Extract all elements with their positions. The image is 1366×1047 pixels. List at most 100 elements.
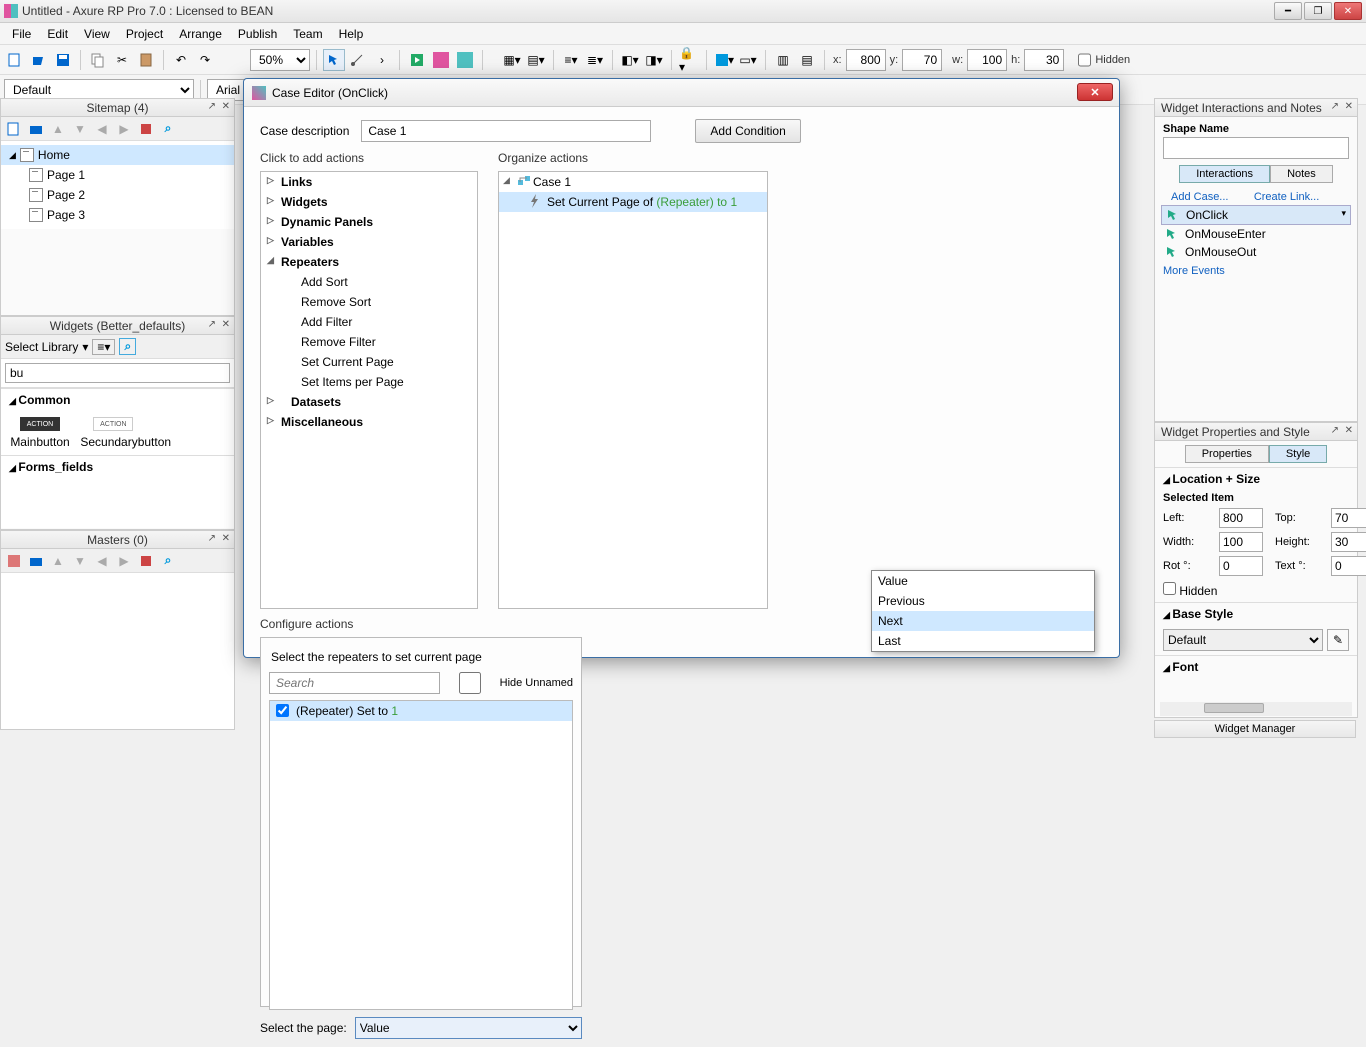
move-down-icon[interactable]: ▼ xyxy=(71,120,89,138)
delete-icon[interactable] xyxy=(137,120,155,138)
widget-filter-input[interactable] xyxy=(5,363,230,383)
section-font[interactable]: Font xyxy=(1155,655,1357,678)
maximize-button[interactable]: ❐ xyxy=(1304,2,1332,20)
event-onmouseout[interactable]: OnMouseOut xyxy=(1161,243,1351,261)
section-location-size[interactable]: Location + Size xyxy=(1155,467,1357,490)
action-group-repeaters[interactable]: Repeaters xyxy=(261,252,477,272)
menu-help[interactable]: Help xyxy=(331,25,372,43)
menu-file[interactable]: File xyxy=(4,25,39,43)
add-folder-icon[interactable] xyxy=(27,120,45,138)
paste-icon[interactable] xyxy=(135,49,157,71)
search-icon[interactable]: ⌕ xyxy=(159,120,177,138)
scrollbar[interactable] xyxy=(1160,702,1352,716)
new-icon[interactable] xyxy=(4,49,26,71)
organize-case[interactable]: Case 1 xyxy=(499,172,767,192)
height-input[interactable] xyxy=(1331,532,1366,552)
shape-name-input[interactable] xyxy=(1163,137,1349,159)
save-icon[interactable] xyxy=(52,49,74,71)
popout-icon[interactable]: ↗ xyxy=(208,101,216,112)
popout-icon[interactable]: ↗ xyxy=(208,319,216,330)
indent-icon[interactable]: ▶ xyxy=(115,120,133,138)
rot-input[interactable] xyxy=(1219,556,1263,576)
undo-icon[interactable]: ↶ xyxy=(170,49,192,71)
menu-view[interactable]: View xyxy=(76,25,118,43)
add-master-icon[interactable] xyxy=(5,552,23,570)
menu-publish[interactable]: Publish xyxy=(230,25,285,43)
add-master-folder-icon[interactable] xyxy=(27,552,45,570)
hidden-checkbox[interactable] xyxy=(1078,49,1091,71)
preview-icon[interactable] xyxy=(406,49,428,71)
add-condition-button[interactable]: Add Condition xyxy=(695,119,800,143)
widgets-section-common[interactable]: Common xyxy=(1,388,234,411)
copy-icon[interactable] xyxy=(87,49,109,71)
widget-manager-tab[interactable]: Widget Manager xyxy=(1154,720,1356,738)
select-page-dropdown[interactable]: Value xyxy=(355,1017,582,1039)
action-group-datasets[interactable]: Datasets xyxy=(261,392,477,412)
menu-team[interactable]: Team xyxy=(285,25,330,43)
width-input[interactable] xyxy=(1219,532,1263,552)
popout-icon[interactable]: ↗ xyxy=(1331,101,1339,112)
pen-icon[interactable]: › xyxy=(371,49,393,71)
top-input[interactable] xyxy=(1331,508,1366,528)
action-group-dynamic-panels[interactable]: Dynamic Panels xyxy=(261,212,477,232)
back-icon[interactable]: ◨▾ xyxy=(643,49,665,71)
left-input[interactable] xyxy=(1219,508,1263,528)
tab-style[interactable]: Style xyxy=(1269,445,1327,463)
add-page-icon[interactable] xyxy=(5,120,23,138)
section-base-style[interactable]: Base Style xyxy=(1155,602,1357,625)
event-onclick[interactable]: OnClick▾ xyxy=(1161,205,1351,225)
close-button[interactable]: ✕ xyxy=(1334,2,1362,20)
group-icon[interactable]: ▦▾ xyxy=(501,49,523,71)
gridv-icon[interactable]: ▥ xyxy=(772,49,794,71)
action-remove-sort[interactable]: Remove Sort xyxy=(261,292,477,312)
delete-icon[interactable] xyxy=(137,552,155,570)
sitemap-page[interactable]: Page 2 xyxy=(1,185,234,205)
fill-icon[interactable]: ▾ xyxy=(713,49,735,71)
sitemap-page[interactable]: Page 3 xyxy=(1,205,234,225)
tab-properties[interactable]: Properties xyxy=(1185,445,1269,463)
tab-notes[interactable]: Notes xyxy=(1270,165,1333,183)
popout-icon[interactable]: ↗ xyxy=(1331,425,1339,436)
h-input[interactable] xyxy=(1024,49,1064,71)
lock-icon[interactable]: 🔒▾ xyxy=(678,49,700,71)
option-next[interactable]: Next xyxy=(872,611,1094,631)
option-value[interactable]: Value xyxy=(872,571,1094,591)
redo-icon[interactable]: ↷ xyxy=(194,49,216,71)
connector-icon[interactable] xyxy=(347,49,369,71)
menu-arrange[interactable]: Arrange xyxy=(171,25,230,43)
move-up-icon[interactable]: ▲ xyxy=(49,552,67,570)
text-rot-input[interactable] xyxy=(1331,556,1366,576)
action-remove-filter[interactable]: Remove Filter xyxy=(261,332,477,352)
case-description-input[interactable] xyxy=(361,120,651,142)
event-onmouseenter[interactable]: OnMouseEnter xyxy=(1161,225,1351,243)
more-events-link[interactable]: More Events xyxy=(1155,261,1357,281)
tab-interactions[interactable]: Interactions xyxy=(1179,165,1270,183)
align-icon[interactable]: ≡▾ xyxy=(560,49,582,71)
repeater-item[interactable]: (Repeater) Set to 1 xyxy=(270,701,572,721)
menu-project[interactable]: Project xyxy=(118,25,171,43)
base-style-select[interactable]: Default xyxy=(1163,629,1323,651)
repeater-search-input[interactable] xyxy=(269,672,440,694)
library-options-icon[interactable]: ≡▾ xyxy=(92,339,115,355)
share-icon[interactable] xyxy=(430,49,452,71)
action-set-items-per-page[interactable]: Set Items per Page xyxy=(261,372,477,392)
widgets-section-forms[interactable]: Forms_fields xyxy=(1,455,234,478)
minimize-button[interactable]: ━ xyxy=(1274,2,1302,20)
popout-icon[interactable]: ↗ xyxy=(208,533,216,544)
close-panel-icon[interactable]: ✕ xyxy=(222,533,230,544)
organize-action[interactable]: Set Current Page of (Repeater) to 1 xyxy=(499,192,767,212)
hidden-checkbox[interactable] xyxy=(1163,582,1176,595)
ungroup-icon[interactable]: ▤▾ xyxy=(525,49,547,71)
library-search-icon[interactable]: ⌕ xyxy=(119,338,136,355)
w-input[interactable] xyxy=(967,49,1007,71)
create-link-link[interactable]: Create Link... xyxy=(1246,187,1327,207)
menu-edit[interactable]: Edit xyxy=(39,25,76,43)
y-input[interactable] xyxy=(902,49,942,71)
publish-icon[interactable] xyxy=(454,49,476,71)
open-icon[interactable] xyxy=(28,49,50,71)
close-panel-icon[interactable]: ✕ xyxy=(1345,101,1353,112)
close-panel-icon[interactable]: ✕ xyxy=(1345,425,1353,436)
zoom-select[interactable]: 50% xyxy=(250,49,310,71)
widget-secundarybutton[interactable]: ACTIONSecundarybutton xyxy=(78,411,148,455)
outdent-icon[interactable]: ◀ xyxy=(93,120,111,138)
